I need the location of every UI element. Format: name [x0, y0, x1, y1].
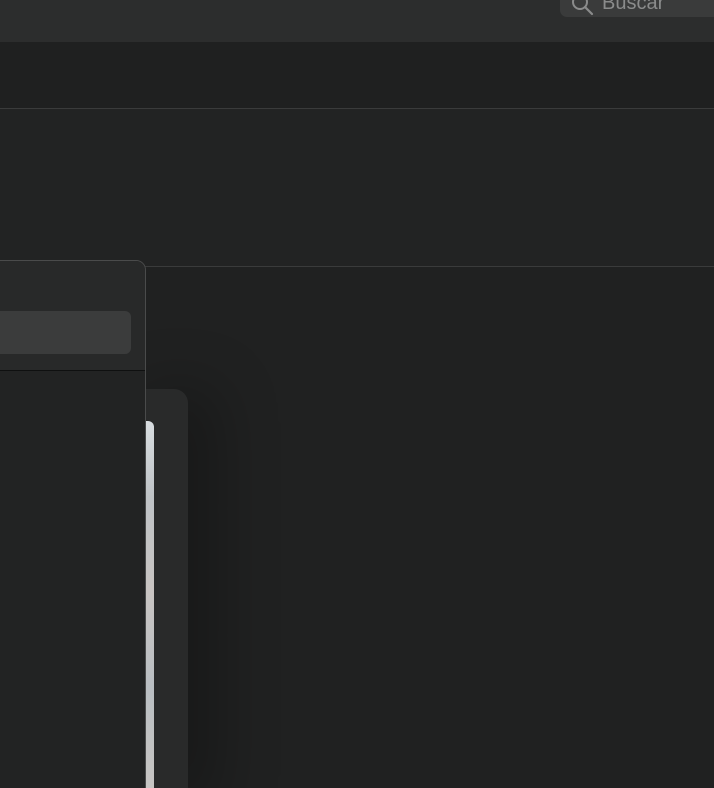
toolbar: Buscar	[0, 0, 714, 42]
section-band	[0, 109, 714, 267]
header-band	[0, 42, 714, 109]
search-icon	[572, 0, 594, 15]
popover-header	[0, 261, 145, 371]
popover-list	[0, 371, 145, 788]
search-placeholder: Buscar	[602, 0, 665, 14]
app-window: Buscar	[0, 0, 714, 788]
search-field[interactable]: Buscar	[560, 0, 714, 17]
popover-input[interactable]	[0, 311, 131, 354]
popover-panel	[0, 260, 146, 788]
